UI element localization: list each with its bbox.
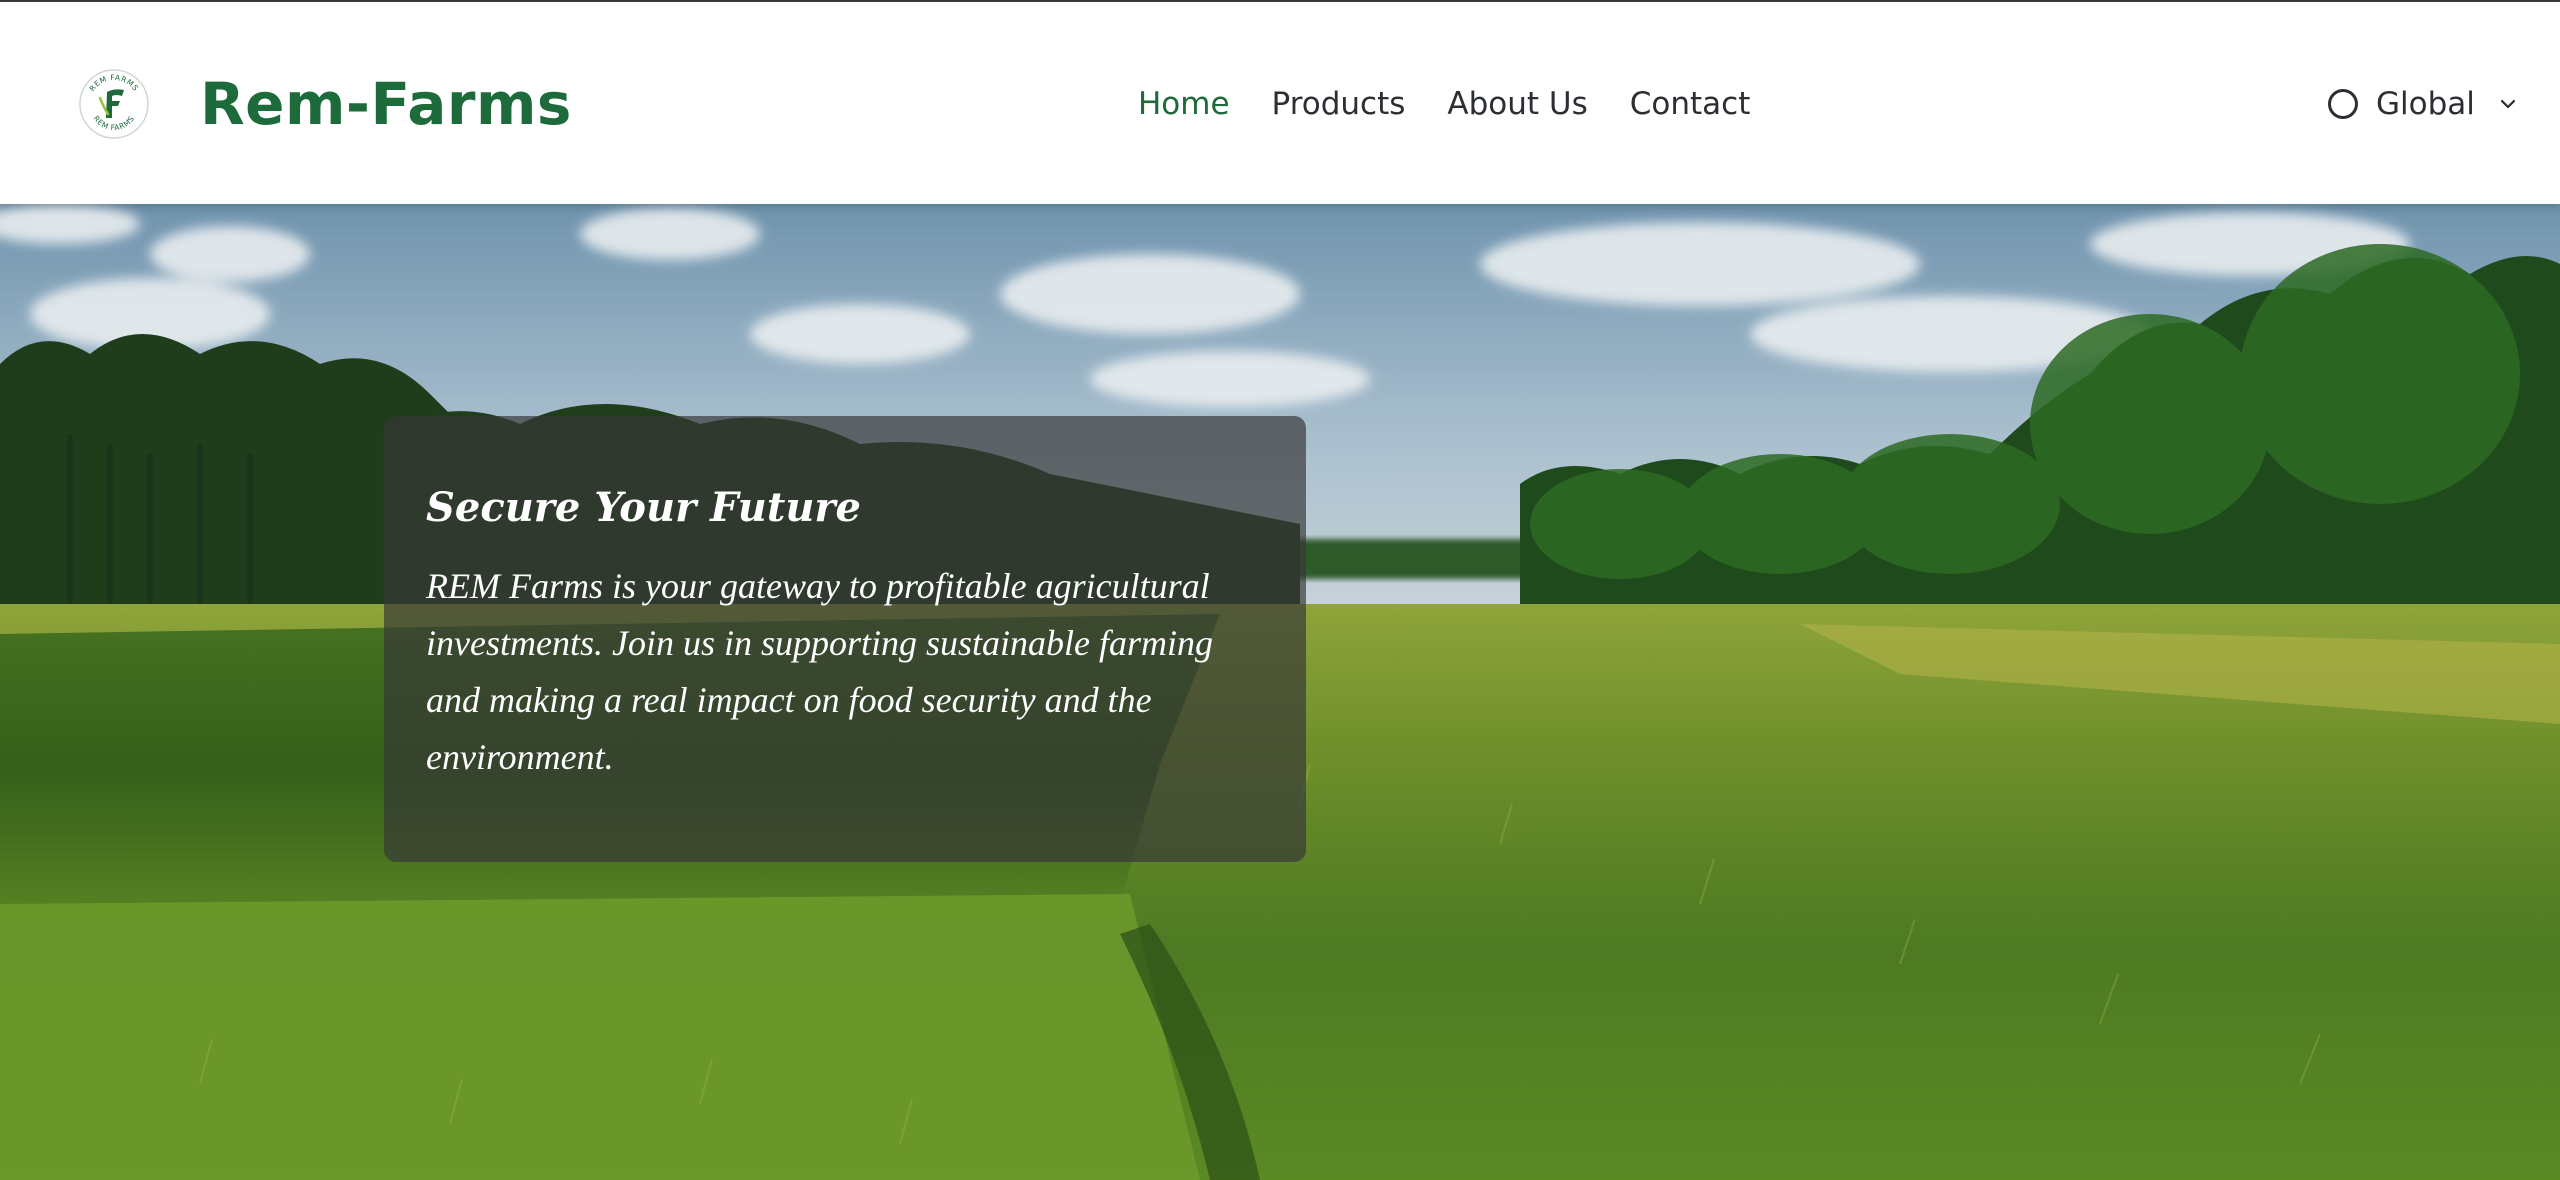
hero-section: Secure Your Future REM Farms is your gat… — [0, 204, 2560, 1180]
brand-name[interactable]: Rem-Farms — [200, 68, 572, 140]
nav-contact[interactable]: Contact — [1630, 76, 1751, 132]
language-label: Global — [2376, 86, 2475, 122]
globe-icon — [2328, 89, 2358, 119]
hero-description: REM Farms is your gateway to profitable … — [426, 566, 1213, 777]
rem-farms-logo-icon: REM FARMS REM FARMS — [79, 69, 149, 139]
hero-title: Secure Your Future — [426, 484, 861, 531]
nav-products[interactable]: Products — [1272, 76, 1406, 132]
hero-card: Secure Your Future REM Farms is your gat… — [384, 416, 1306, 862]
site-header: REM FARMS REM FARMS Rem-Farms Home Produ… — [0, 0, 2560, 204]
nav-about-us[interactable]: About Us — [1447, 76, 1587, 132]
language-selector[interactable]: Global — [2328, 76, 2519, 132]
chevron-down-icon — [2500, 99, 2515, 109]
nav-home[interactable]: Home — [1138, 76, 1230, 132]
main-nav: Home Products About Us Contact — [1138, 76, 1792, 132]
logo[interactable]: REM FARMS REM FARMS — [78, 68, 150, 140]
